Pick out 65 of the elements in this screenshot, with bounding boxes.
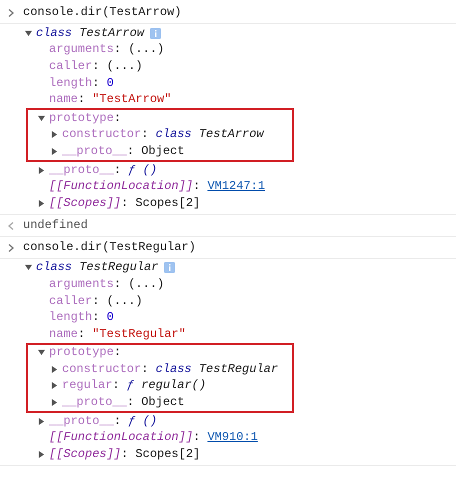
- property-value: : Object: [126, 142, 184, 160]
- property-name: __proto__: [62, 394, 127, 412]
- property-name: caller: [49, 292, 92, 310]
- input-chevron-icon: [6, 242, 16, 253]
- property-value: :: [114, 110, 122, 127]
- property-value: : ƒ (): [114, 162, 158, 179]
- collapsed-triangle-icon[interactable]: [38, 418, 45, 425]
- collapsed-triangle-icon[interactable]: [38, 450, 45, 458]
- property-value: :: [114, 344, 122, 362]
- property-name: __proto__: [49, 412, 114, 430]
- property-name: [[FunctionLocation]]: [49, 429, 194, 446]
- collapsed-triangle-icon[interactable]: [51, 131, 58, 138]
- property-name: arguments: [49, 276, 114, 293]
- property-name: prototype: [49, 110, 114, 127]
- expanded-triangle-icon[interactable]: [25, 30, 32, 37]
- property-value: : ƒ (): [114, 412, 158, 430]
- property-name: regular: [62, 377, 112, 394]
- input-chevron-icon: [6, 8, 16, 18]
- property-value: : 0: [92, 74, 114, 92]
- collapsed-triangle-icon[interactable]: [51, 399, 58, 406]
- property-value: : 0: [92, 309, 114, 326]
- console-command: console.dir(TestRegular): [23, 238, 196, 256]
- property-name: __proto__: [49, 162, 114, 179]
- property-name: name: [49, 326, 78, 343]
- property-name: arguments: [49, 41, 114, 58]
- collapsed-triangle-icon[interactable]: [51, 382, 58, 390]
- property-value: : (...): [114, 41, 164, 58]
- property-value: : "TestArrow": [78, 91, 172, 108]
- property-value: : Object: [126, 394, 184, 412]
- property-value: :: [193, 429, 202, 446]
- property-value: : Scopes[2]: [121, 446, 200, 463]
- console-command: console.dir(TestArrow): [23, 4, 182, 21]
- property-name: caller: [49, 58, 92, 75]
- collapsed-triangle-icon[interactable]: [38, 166, 45, 174]
- console-result: undefined: [23, 216, 88, 234]
- source-link[interactable]: VM1247:1: [207, 178, 266, 196]
- property-name: [[FunctionLocation]]: [49, 178, 194, 196]
- property-value: class TestArrow: [36, 24, 144, 42]
- expanded-triangle-icon[interactable]: [38, 349, 45, 356]
- property-value: : "TestRegular": [78, 326, 186, 343]
- property-value: : (...): [92, 58, 143, 75]
- collapsed-triangle-icon[interactable]: [51, 148, 58, 155]
- source-link[interactable]: VM910:1: [207, 429, 258, 446]
- property-value: : class TestArrow: [141, 126, 264, 144]
- property-name: [[Scopes]]: [49, 446, 122, 463]
- property-name: __proto__: [62, 142, 127, 160]
- expanded-triangle-icon[interactable]: [38, 114, 45, 122]
- property-value: : class TestRegular: [141, 360, 278, 378]
- property-value: :: [193, 178, 202, 196]
- collapsed-triangle-icon[interactable]: [51, 366, 58, 373]
- property-value: class TestRegular: [36, 259, 158, 276]
- property-name: [[Scopes]]: [49, 194, 122, 212]
- property-value: : (...): [92, 292, 143, 310]
- collapsed-triangle-icon[interactable]: [38, 200, 45, 207]
- property-name: prototype: [49, 344, 114, 362]
- property-name: length: [49, 309, 92, 326]
- property-name: length: [49, 74, 92, 92]
- property-name: name: [49, 91, 78, 108]
- return-chevron-icon: [6, 220, 16, 231]
- property-name: constructor: [62, 360, 142, 378]
- expanded-triangle-icon[interactable]: [25, 264, 32, 272]
- property-value: : Scopes[2]: [121, 194, 200, 212]
- property-value: : ƒ regular(): [112, 377, 206, 394]
- property-name: constructor: [62, 126, 142, 144]
- property-value: : (...): [114, 276, 164, 293]
